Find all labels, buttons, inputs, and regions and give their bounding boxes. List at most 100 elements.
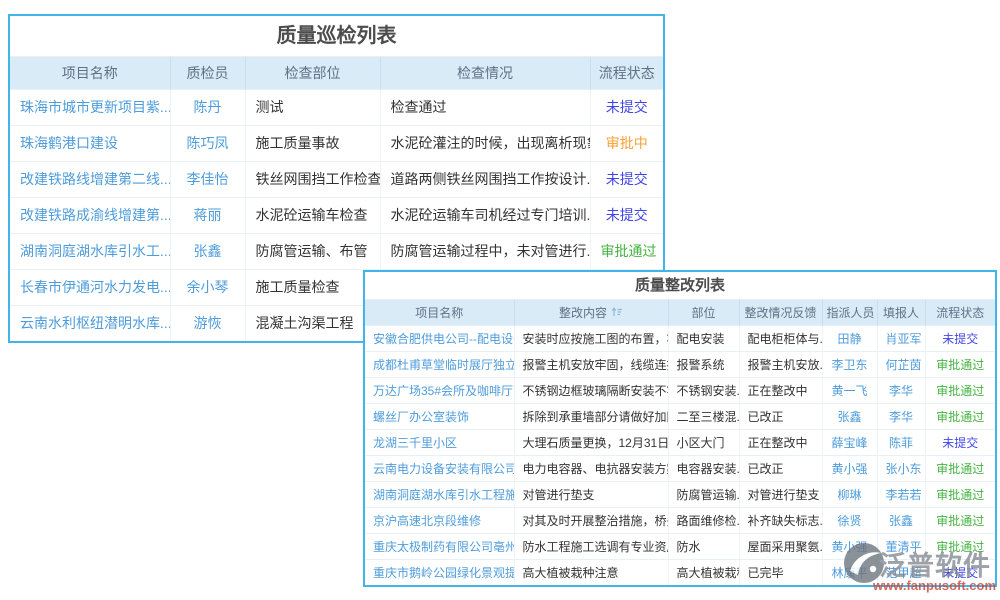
inspection-header-row: 项目名称 质检员 检查部位 检查情况 流程状态 — [10, 57, 663, 89]
status-cell: 未提交 — [590, 89, 663, 125]
part-cell: 施工质量检查 — [245, 269, 380, 305]
part-cell: 测试 — [245, 89, 380, 125]
project-cell[interactable]: 改建铁路成渝线增建第... — [10, 197, 170, 233]
part-cell: 铁丝网围挡工作检查 — [245, 161, 380, 197]
status-cell: 未提交 — [925, 429, 995, 455]
part-cell: 报警系统 — [668, 351, 739, 377]
project-cell[interactable]: 珠海市城市更新项目紫... — [10, 89, 170, 125]
part-cell: 防腐管运输... — [668, 481, 739, 507]
table-row: 安徽合肥供电公司--配电设备...安装时应按施工图的布置，将...配电安装配电柜… — [365, 325, 995, 351]
column-header-situation: 检查情况 — [380, 57, 590, 89]
content-cell: 高大植被栽种注意 — [514, 559, 668, 585]
table-row: 改建铁路线增建第二线...李佳怡铁丝网围挡工作检查道路两侧铁丝网围挡工作按设计.… — [10, 161, 663, 197]
column-header-project: 项目名称 — [365, 300, 514, 325]
assignee-cell[interactable]: 徐贤 — [822, 507, 877, 533]
table-row: 京沪高速北京段维修对其及时开展整治措施，桥头...路面维修检...补齐缺失标志.… — [365, 507, 995, 533]
table-row: 云南电力设备安装有限公司20...电力电容器、电抗器安装方案,...电容器安装.… — [365, 455, 995, 481]
column-header-project: 项目名称 — [10, 57, 170, 89]
status-cell: 审批通过 — [925, 403, 995, 429]
column-header-reporter: 填报人 — [877, 300, 925, 325]
column-header-part: 部位 — [668, 300, 739, 325]
column-header-feedback: 整改情况反馈 — [739, 300, 822, 325]
project-cell[interactable]: 湖南洞庭湖水库引水工程施工标 — [365, 481, 514, 507]
content-cell: 安装时应按施工图的布置，将... — [514, 325, 668, 351]
project-cell[interactable]: 成都杜甫草堂临时展厅独立展... — [365, 351, 514, 377]
reporter-cell[interactable]: 陈菲 — [877, 429, 925, 455]
project-cell[interactable]: 云南水利枢纽潜明水库... — [10, 305, 170, 341]
status-cell: 审批通过 — [925, 507, 995, 533]
inspector-cell[interactable]: 游恢 — [170, 305, 245, 341]
project-cell[interactable]: 安徽合肥供电公司--配电设备... — [365, 325, 514, 351]
project-cell[interactable]: 万达广场35#会所及咖啡厅空... — [365, 377, 514, 403]
status-cell: 审批通过 — [925, 455, 995, 481]
feedback-cell: 对管进行垫支 — [739, 481, 822, 507]
project-cell[interactable]: 重庆市鹅岭公园绿化景观提升... — [365, 559, 514, 585]
project-cell[interactable]: 螺丝厂办公室装饰 — [365, 403, 514, 429]
assignee-cell[interactable]: 田静 — [822, 325, 877, 351]
project-cell[interactable]: 重庆太极制药有限公司亳州中... — [365, 533, 514, 559]
column-header-assignee: 指派人员 — [822, 300, 877, 325]
table-row: 螺丝厂办公室装饰拆除到承重墙部分请做好加固...二至三楼混...已改正张鑫李华审… — [365, 403, 995, 429]
reporter-cell[interactable]: 范甲超 — [877, 559, 925, 585]
content-cell: 大理石质量更换，12月31日之... — [514, 429, 668, 455]
project-cell[interactable]: 湖南洞庭湖水库引水工... — [10, 233, 170, 269]
reporter-cell[interactable]: 肖亚军 — [877, 325, 925, 351]
rectification-list-title: 质量整改列表 — [365, 272, 995, 300]
status-cell: 未提交 — [925, 559, 995, 585]
rectification-header-row: 项目名称 整改内容 部位 整改情况反馈 指派人员 填报人 流程状态 — [365, 300, 995, 325]
assignee-cell[interactable]: 黄一飞 — [822, 377, 877, 403]
project-cell[interactable]: 云南电力设备安装有限公司20... — [365, 455, 514, 481]
situation-cell: 检查通过 — [380, 89, 590, 125]
table-row: 龙湖三千里小区大理石质量更换，12月31日之...小区大门正在整改中薛宝峰陈菲未… — [365, 429, 995, 455]
reporter-cell[interactable]: 何芷茵 — [877, 351, 925, 377]
assignee-cell[interactable]: 林康平 — [822, 559, 877, 585]
status-cell: 未提交 — [925, 325, 995, 351]
reporter-cell[interactable]: 张小东 — [877, 455, 925, 481]
assignee-cell[interactable]: 黄小强 — [822, 455, 877, 481]
reporter-cell[interactable]: 张鑫 — [877, 507, 925, 533]
assignee-cell[interactable]: 李卫东 — [822, 351, 877, 377]
reporter-cell[interactable]: 董清平 — [877, 533, 925, 559]
column-header-status: 流程状态 — [925, 300, 995, 325]
assignee-cell[interactable]: 柳琳 — [822, 481, 877, 507]
inspector-cell[interactable]: 陈丹 — [170, 89, 245, 125]
part-cell: 不锈钢安装... — [668, 377, 739, 403]
status-cell: 审批通过 — [925, 351, 995, 377]
feedback-cell: 补齐缺失标志... — [739, 507, 822, 533]
part-cell: 小区大门 — [668, 429, 739, 455]
status-cell: 审批通过 — [925, 533, 995, 559]
feedback-cell: 已完毕 — [739, 559, 822, 585]
situation-cell: 防腐管运输过程中，未对管进行... — [380, 233, 590, 269]
content-cell: 对其及时开展整治措施，桥头... — [514, 507, 668, 533]
rectification-list-panel: 质量整改列表 项目名称 整改内容 部位 整改情况反馈 指派人员 填 — [363, 270, 997, 587]
inspector-cell[interactable]: 陈巧凤 — [170, 125, 245, 161]
project-cell[interactable]: 改建铁路线增建第二线... — [10, 161, 170, 197]
content-cell: 拆除到承重墙部分请做好加固... — [514, 403, 668, 429]
assignee-cell[interactable]: 黄小强 — [822, 533, 877, 559]
sort-ascending-icon[interactable] — [611, 306, 623, 318]
feedback-cell: 屋面采用聚氨... — [739, 533, 822, 559]
part-cell: 二至三楼混... — [668, 403, 739, 429]
column-header-content-label: 整改内容 — [559, 306, 607, 320]
feedback-cell: 正在整改中 — [739, 429, 822, 455]
inspection-list-title: 质量巡检列表 — [10, 16, 663, 57]
project-cell[interactable]: 京沪高速北京段维修 — [365, 507, 514, 533]
project-cell[interactable]: 长春市伊通河水力发电... — [10, 269, 170, 305]
inspector-cell[interactable]: 李佳怡 — [170, 161, 245, 197]
inspector-cell[interactable]: 余小琴 — [170, 269, 245, 305]
inspector-cell[interactable]: 蒋丽 — [170, 197, 245, 233]
assignee-cell[interactable]: 薛宝峰 — [822, 429, 877, 455]
reporter-cell[interactable]: 李若若 — [877, 481, 925, 507]
status-cell: 审批中 — [590, 125, 663, 161]
inspector-cell[interactable]: 张鑫 — [170, 233, 245, 269]
content-cell: 电力电容器、电抗器安装方案,... — [514, 455, 668, 481]
column-header-content[interactable]: 整改内容 — [514, 300, 668, 325]
table-row: 万达广场35#会所及咖啡厅空...不锈钢边框玻璃隔断安装不牢...不锈钢安装..… — [365, 377, 995, 403]
project-cell[interactable]: 龙湖三千里小区 — [365, 429, 514, 455]
table-row: 珠海鹤港口建设陈巧凤施工质量事故水泥砼灌注的时候，出现离析现象审批中 — [10, 125, 663, 161]
reporter-cell[interactable]: 李华 — [877, 377, 925, 403]
project-cell[interactable]: 珠海鹤港口建设 — [10, 125, 170, 161]
rectification-table-body: 安徽合肥供电公司--配电设备...安装时应按施工图的布置，将...配电安装配电柜… — [365, 325, 995, 585]
assignee-cell[interactable]: 张鑫 — [822, 403, 877, 429]
reporter-cell[interactable]: 李华 — [877, 403, 925, 429]
